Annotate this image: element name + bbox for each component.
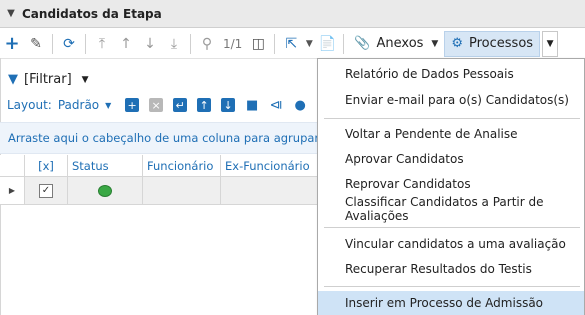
anexos-label: Anexos: [376, 36, 424, 51]
filter-label: [Filtrar]: [24, 72, 72, 87]
ex-funcionario-cell: [221, 177, 320, 204]
paperclip-icon: 📎: [354, 36, 371, 51]
color-palette-icon[interactable]: ●: [293, 98, 307, 113]
menu-item-voltar-pendente[interactable]: Voltar a Pendente de Analise: [318, 122, 584, 146]
menu-item-enviar-email[interactable]: Enviar e-mail para o(s) Candidatos(s): [318, 88, 584, 112]
menu-item-classificar-candidatos[interactable]: Classificar Candidatos a Partir de Avali…: [318, 195, 584, 223]
toolbar-divider: [52, 33, 53, 54]
layout-label: Layout:: [7, 98, 52, 112]
document-icon[interactable]: 📄: [316, 32, 338, 56]
toolbar-divider: [190, 33, 191, 54]
move-up-icon[interactable]: ↑: [115, 32, 137, 56]
toolbar: + ✎ ⟳ ⤒ ↑ ↓ ⤓ ⚲ 1/1 ◫ ⇱ ▼ 📄 📎 Anexos ▼ ⚙…: [0, 29, 585, 59]
edit-pencil-icon[interactable]: ✎: [25, 32, 47, 56]
row-checkbox-cell[interactable]: ✓: [25, 177, 68, 204]
refresh-icon[interactable]: ⟳: [58, 32, 80, 56]
chevron-down-icon: ▼: [81, 74, 89, 85]
menu-divider: [324, 286, 580, 287]
menu-item-relatorio-dados-pessoais[interactable]: Relatório de Dados Pessoais: [318, 62, 584, 86]
processos-label: Processos: [469, 36, 534, 51]
column-header-select[interactable]: [x]: [25, 155, 68, 176]
export-icon[interactable]: ⇱: [280, 32, 302, 56]
export-dropdown-icon[interactable]: ▼: [304, 32, 314, 56]
layout-dropdown-icon[interactable]: ▼: [101, 98, 115, 112]
add-layout-icon[interactable]: +: [125, 98, 140, 112]
group-by-area[interactable]: Arraste aqui o cabeçalho de uma coluna p…: [0, 122, 320, 154]
processos-dropdown-arrow[interactable]: ▼: [542, 30, 559, 57]
processos-button[interactable]: ⚙ Processos: [444, 30, 541, 57]
move-down-icon[interactable]: ↓: [139, 32, 161, 56]
menu-item-recuperar-testis[interactable]: Recuperar Resultados do Testis: [318, 257, 584, 281]
status-cell: [68, 177, 143, 204]
layout-select[interactable]: Padrão: [58, 98, 99, 112]
collapse-chevron-icon[interactable]: ▼: [0, 8, 22, 19]
pin-icon[interactable]: ⧏: [269, 98, 283, 113]
panel-header[interactable]: ▼ Candidatos da Etapa: [0, 0, 585, 28]
add-icon[interactable]: +: [1, 32, 23, 56]
filter-funnel-icon: ▼: [8, 72, 18, 87]
menu-item-aprovar-candidatos[interactable]: Aprovar Candidatos: [318, 147, 584, 171]
chevron-down-icon: ▼: [431, 38, 439, 49]
toolbar-divider: [274, 33, 276, 54]
move-first-icon[interactable]: ⤒: [91, 32, 113, 56]
panel-title: Candidatos da Etapa: [22, 6, 162, 21]
toolbar-divider: [85, 33, 86, 54]
status-indicator-icon: [98, 184, 112, 197]
toolbar-divider: [343, 33, 345, 54]
filter-dropdown[interactable]: ▼ [Filtrar] ▼: [8, 72, 89, 87]
download-layout-icon[interactable]: ↓: [221, 98, 236, 112]
candidates-grid: [x] Status Funcionário Ex-Funcionário ▶ …: [0, 155, 320, 207]
paint-icon[interactable]: ■: [245, 98, 259, 113]
menu-item-inserir-processo-admissao[interactable]: Inserir em Processo de Admissão: [318, 291, 584, 315]
row-checkbox[interactable]: ✓: [39, 183, 53, 198]
save-layout-icon[interactable]: ↵: [173, 98, 188, 112]
row-indicator-icon: ▶: [0, 177, 25, 204]
funcionario-cell: [143, 177, 221, 204]
delete-layout-icon[interactable]: ×: [149, 98, 164, 112]
column-header-funcionario[interactable]: Funcionário: [143, 155, 221, 176]
menu-item-reprovar-candidatos[interactable]: Reprovar Candidatos: [318, 172, 584, 196]
layout-toolbar: Layout: Padrão ▼ + × ↵ ↑ ↓ ■ ⧏ ●: [7, 98, 312, 113]
menu-item-vincular-avaliacao[interactable]: Vincular candidatos a uma avaliação: [318, 232, 584, 256]
search-icon[interactable]: ⚲: [196, 32, 218, 56]
menu-divider: [324, 227, 580, 228]
anexos-button[interactable]: 📎 Anexos ▼: [348, 31, 444, 57]
move-last-icon[interactable]: ⤓: [163, 32, 185, 56]
upload-layout-icon[interactable]: ↑: [197, 98, 212, 112]
grid-header: [x] Status Funcionário Ex-Funcionário: [0, 155, 320, 177]
columns-layout-icon[interactable]: ◫: [247, 32, 269, 56]
table-row[interactable]: ▶ ✓: [0, 177, 320, 205]
row-indicator-header: [0, 155, 25, 176]
column-header-status[interactable]: Status: [68, 155, 143, 176]
processos-menu: Relatório de Dados Pessoais Enviar e-mai…: [317, 58, 585, 315]
menu-divider: [324, 118, 580, 119]
column-header-ex-funcionario[interactable]: Ex-Funcionário: [221, 155, 320, 176]
pager-text: 1/1: [223, 36, 243, 51]
gear-icon: ⚙: [451, 36, 463, 51]
